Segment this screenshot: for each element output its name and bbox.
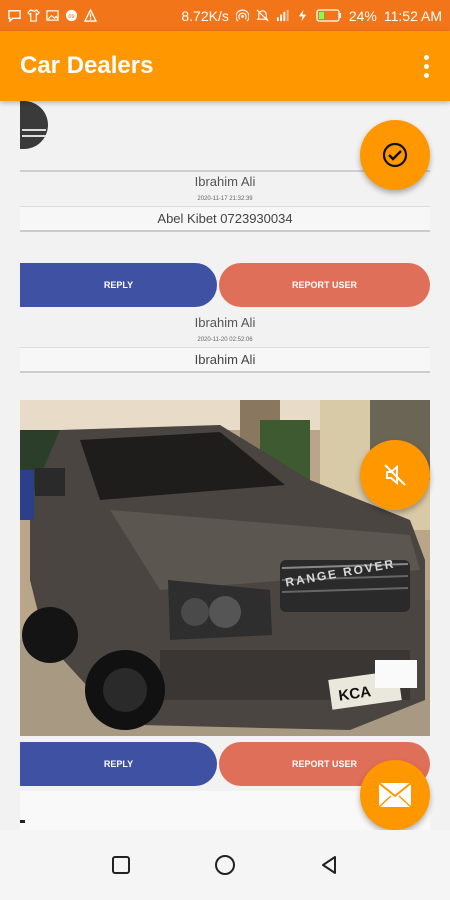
- message-content: Abel Kibet 0723930034: [20, 206, 430, 232]
- status-bar: 69 8.72K/s 24% 11:52 AM: [0, 0, 450, 31]
- charging-icon: [298, 9, 307, 22]
- svg-text:69: 69: [68, 14, 74, 20]
- message-sender: Ibrahim Ali: [194, 315, 256, 330]
- check-circle-icon: [382, 142, 408, 168]
- thumbnail-stripe: [22, 129, 46, 131]
- reply-button[interactable]: REPLY: [20, 742, 218, 786]
- overflow-menu-icon[interactable]: [422, 54, 430, 78]
- partial-thumbnail: [20, 101, 48, 149]
- system-nav-bar: [0, 830, 450, 900]
- shirt-icon: [27, 9, 40, 22]
- message-timestamp: 2020-11-20 02:52:06: [197, 337, 253, 343]
- cursor-mark: [20, 820, 25, 823]
- mute-fab[interactable]: [360, 440, 430, 510]
- message-actions: REPLY REPORT USER: [20, 263, 430, 307]
- home-icon[interactable]: [214, 854, 236, 876]
- hotspot-icon: [235, 9, 249, 22]
- app-bar: Car Dealers: [0, 31, 450, 101]
- mute-bell-icon: [256, 9, 269, 22]
- mail-fab[interactable]: [360, 760, 430, 830]
- message-content: Ibrahim Ali: [20, 347, 430, 373]
- app-title: Car Dealers: [20, 52, 154, 79]
- warning-icon: [84, 9, 97, 22]
- notification-icons: 69: [8, 9, 97, 22]
- check-fab[interactable]: [360, 120, 430, 190]
- report-user-button[interactable]: REPORT USER: [219, 263, 430, 307]
- mail-icon: [378, 782, 412, 808]
- image-icon: [46, 10, 59, 21]
- battery-percent: 24%: [348, 7, 377, 24]
- signal-icon: [276, 9, 289, 22]
- battery-icon: [316, 9, 341, 22]
- thumbnail-stripe: [22, 135, 46, 137]
- clock: 11:52 AM: [383, 7, 442, 24]
- recents-icon[interactable]: [111, 855, 131, 875]
- messages-icon: [8, 10, 21, 22]
- network-speed: 8.72K/s: [181, 7, 229, 24]
- app-badge-icon: 69: [65, 9, 78, 22]
- reply-button[interactable]: REPLY: [20, 263, 218, 307]
- back-icon[interactable]: [319, 855, 339, 875]
- message-timestamp: 2020-11-17 21:32:39: [197, 196, 253, 202]
- mute-icon: [384, 464, 406, 486]
